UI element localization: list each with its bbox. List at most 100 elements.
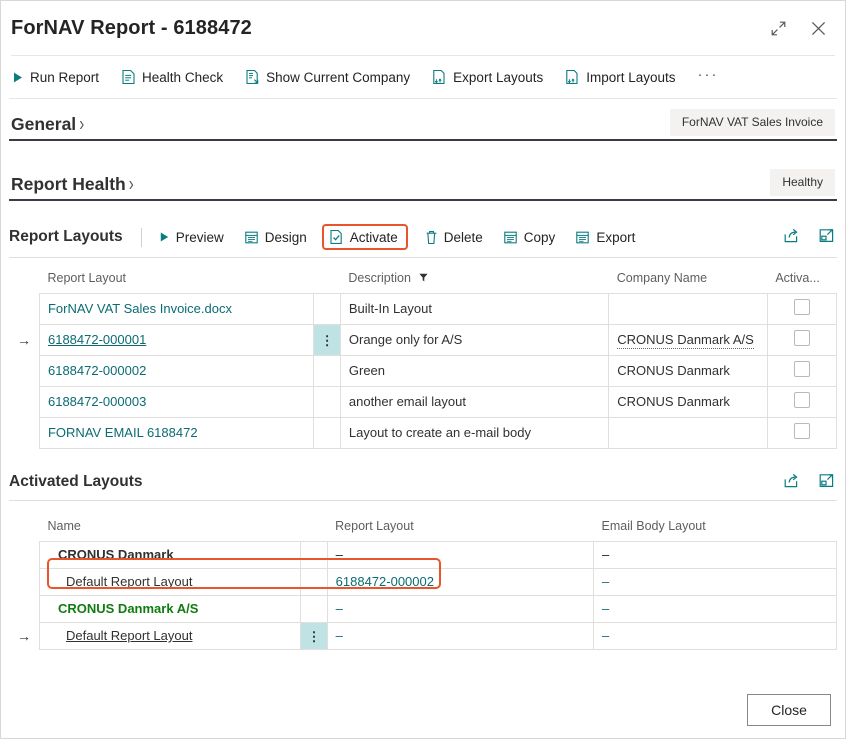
row-indicator-header — [9, 265, 39, 294]
cell-description[interactable]: Green — [339, 355, 610, 387]
report-layout-link[interactable]: 6188472-000002 — [48, 363, 146, 378]
report-layout-value: – — [335, 547, 343, 562]
activated-checkbox[interactable] — [793, 299, 810, 315]
row-menu-button[interactable]: ⋮ — [300, 622, 328, 650]
cell-report-layout[interactable]: ForNAV VAT Sales Invoice.docx — [38, 293, 315, 325]
copy-button[interactable]: Copy — [503, 230, 555, 245]
cell-description[interactable]: Built-In Layout — [339, 293, 610, 325]
report-layout-link[interactable]: 6188472-000001 — [48, 332, 146, 347]
cell-report-layout[interactable]: 6188472-000002 — [38, 355, 315, 387]
cell-report-layout[interactable]: FORNAV EMAIL 6188472 — [38, 417, 315, 449]
document-import-icon — [565, 69, 580, 85]
report-layout-link[interactable]: FORNAV EMAIL 6188472 — [48, 425, 198, 440]
table-row[interactable]: 6188472-000003 another email layout CRON… — [9, 386, 838, 418]
row-indicator-header — [9, 513, 39, 542]
filter-icon[interactable] — [419, 271, 428, 285]
cell-row-menu[interactable] — [313, 417, 341, 449]
table-row[interactable]: CRONUS Danmark A/S – – — [9, 595, 837, 623]
cell-company-name[interactable]: CRONUS Danmark — [608, 355, 768, 387]
column-header-email-body-layout[interactable]: Email Body Layout — [594, 513, 837, 542]
cell-row-menu[interactable] — [313, 355, 341, 387]
column-header-activated[interactable]: Activa... — [767, 265, 836, 294]
cell-activated[interactable] — [766, 293, 838, 325]
report-layout-link[interactable]: ForNAV VAT Sales Invoice.docx — [48, 301, 232, 316]
health-check-button[interactable]: Health Check — [121, 69, 223, 85]
table-row[interactable]: 6188472-000002 Green CRONUS Danmark — [9, 355, 838, 387]
cell-row-menu[interactable] — [313, 293, 341, 325]
table-row[interactable]: → 6188472-000001 ⋮ Orange only for A/S C… — [9, 324, 838, 356]
cell-activated[interactable] — [766, 355, 838, 387]
cell-report-layout[interactable]: 6188472-000002 — [326, 568, 595, 596]
expand-diagonal-icon[interactable] — [767, 17, 789, 39]
cell-row-menu[interactable] — [313, 386, 341, 418]
run-report-button[interactable]: Run Report — [11, 70, 99, 85]
row-menu-button[interactable]: ⋮ — [313, 324, 341, 356]
close-icon[interactable] — [807, 17, 829, 39]
cell-description[interactable]: Orange only for A/S — [339, 324, 610, 356]
table-row[interactable]: FORNAV EMAIL 6188472 Layout to create an… — [9, 417, 838, 449]
export-layouts-button[interactable]: Export Layouts — [432, 69, 543, 85]
open-in-new-window-icon[interactable] — [818, 227, 835, 247]
cell-name[interactable]: CRONUS Danmark A/S — [38, 595, 302, 623]
cell-report-layout[interactable]: 6188472-000001 — [38, 324, 315, 356]
export-button[interactable]: Export — [575, 230, 635, 245]
cell-company-name[interactable] — [608, 417, 768, 449]
column-header-company-name[interactable]: Company Name — [609, 265, 768, 294]
cell-company-name[interactable]: CRONUS Danmark — [608, 386, 768, 418]
preview-button[interactable]: Preview — [158, 230, 224, 245]
table-row[interactable]: ForNAV VAT Sales Invoice.docx Built-In L… — [9, 293, 838, 325]
close-button[interactable]: Close — [747, 694, 831, 726]
report-layout-link[interactable]: 6188472-000003 — [48, 394, 146, 409]
activated-checkbox[interactable] — [793, 392, 810, 408]
share-icon[interactable] — [783, 472, 800, 492]
cell-report-layout[interactable]: 6188472-000003 — [38, 386, 315, 418]
cell-report-layout[interactable]: – — [326, 595, 595, 623]
activated-checkbox[interactable] — [793, 423, 810, 439]
cell-description[interactable]: Layout to create an e-mail body — [339, 417, 610, 449]
cell-name[interactable]: CRONUS Danmark — [38, 541, 302, 569]
column-header-report-layout[interactable]: Report Layout — [39, 265, 313, 294]
cell-email-body-layout[interactable]: – — [593, 568, 837, 596]
cell-email-body-layout[interactable]: – — [593, 595, 837, 623]
cell-email-body-layout[interactable]: – — [593, 541, 837, 569]
more-actions-button[interactable]: ··· — [698, 66, 719, 89]
cell-activated[interactable] — [766, 324, 838, 356]
table-row[interactable]: CRONUS Danmark – – — [9, 541, 837, 569]
cell-row-menu[interactable] — [300, 541, 328, 569]
open-in-new-window-icon[interactable] — [818, 472, 835, 492]
column-header-report-layout[interactable]: Report Layout — [327, 513, 593, 542]
row-indicator — [9, 569, 39, 596]
cell-name[interactable]: Default Report Layout — [38, 568, 302, 596]
cell-row-menu[interactable] — [300, 568, 328, 596]
cell-company-name[interactable]: CRONUS Danmark A/S — [608, 324, 768, 356]
email-body-layout-value: – — [602, 547, 610, 562]
cell-name[interactable]: Default Report Layout — [38, 622, 302, 650]
cell-company-name[interactable] — [608, 293, 768, 325]
cell-report-layout[interactable]: – — [326, 622, 595, 650]
column-header-name[interactable]: Name — [39, 513, 300, 542]
delete-button[interactable]: Delete — [425, 230, 483, 245]
cell-activated[interactable] — [766, 386, 838, 418]
show-current-company-button[interactable]: Show Current Company — [245, 69, 410, 85]
share-icon[interactable] — [783, 227, 800, 247]
report-layout-link[interactable]: 6188472-000002 — [336, 574, 434, 589]
cell-email-body-layout[interactable]: – — [593, 622, 837, 650]
activated-checkbox[interactable] — [793, 330, 810, 346]
table-row[interactable]: Default Report Layout 6188472-000002 – — [9, 568, 837, 596]
column-header-description[interactable]: Description — [340, 265, 608, 294]
import-layouts-button[interactable]: Import Layouts — [565, 69, 676, 85]
cell-row-menu[interactable] — [300, 595, 328, 623]
report-health-section-rule — [9, 199, 837, 201]
table-row[interactable]: → Default Report Layout ⋮ – – — [9, 622, 837, 650]
cell-description[interactable]: another email layout — [339, 386, 610, 418]
report-layouts-toolbar: Preview Design Activate Delete Copy Expo… — [158, 224, 783, 250]
cell-report-layout[interactable]: – — [326, 541, 595, 569]
report-layouts-body: ForNAV VAT Sales Invoice.docx Built-In L… — [9, 293, 838, 449]
activated-checkbox[interactable] — [793, 361, 810, 377]
general-section-title: General — [11, 114, 77, 134]
activate-button[interactable]: Activate — [321, 224, 408, 250]
general-section-header[interactable]: General › — [11, 113, 84, 136]
cell-activated[interactable] — [766, 417, 838, 449]
design-button[interactable]: Design — [244, 230, 307, 245]
report-health-section-header[interactable]: Report Health › — [11, 173, 134, 196]
